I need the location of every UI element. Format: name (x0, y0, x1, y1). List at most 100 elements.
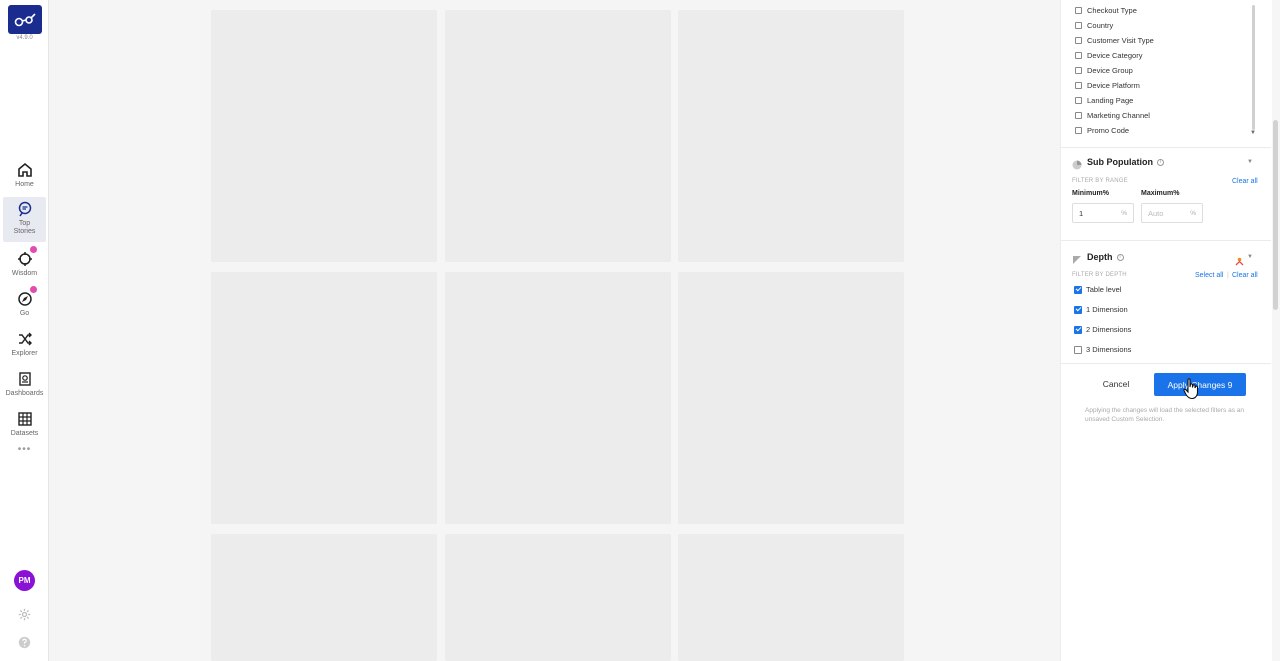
checkbox-checked[interactable] (1074, 325, 1082, 334)
maximum-placeholder: Auto (1148, 208, 1164, 218)
checkbox[interactable] (1075, 67, 1082, 74)
apply-note: Applying the changes will load the selec… (1085, 407, 1244, 423)
nav-label-top-stories: Top Stories (13, 220, 36, 235)
maximum-input[interactable]: Auto % (1141, 203, 1203, 223)
nav-item-explorer[interactable]: Explorer (3, 327, 46, 367)
logo-icon (14, 12, 36, 26)
pie-chart-icon (1072, 157, 1082, 170)
top-stories-icon (16, 200, 34, 218)
dimension-option[interactable]: Landing Page (1075, 96, 1133, 105)
dimension-label: Device Category (1087, 51, 1143, 60)
dimension-option[interactable]: Device Category (1075, 51, 1142, 60)
notification-badge (29, 246, 37, 253)
nav-item-dashboards[interactable]: Dashboards (3, 367, 46, 407)
nav-item-home[interactable]: Home (3, 158, 46, 198)
dimension-option[interactable]: Device Platform (1075, 81, 1140, 90)
sub-population-clear-all[interactable]: Clear all (1232, 178, 1258, 185)
checkbox[interactable] (1075, 127, 1082, 134)
collapse-caret-icon[interactable]: ▼ (1247, 159, 1253, 165)
checkbox[interactable] (1075, 37, 1082, 44)
percent-unit: % (1190, 209, 1196, 217)
loading-card (211, 534, 437, 661)
depth-option[interactable]: Table level (1074, 285, 1121, 294)
nav-label-explorer: Explorer (11, 350, 38, 357)
depth-option[interactable]: 1 Dimension (1074, 305, 1128, 314)
dimension-option[interactable]: Checkout Type (1075, 6, 1137, 15)
depth-option-label: Table level (1086, 285, 1122, 294)
checkbox[interactable] (1075, 22, 1082, 29)
nav-item-go[interactable]: Go (3, 286, 46, 327)
dimension-label: Device Group (1087, 66, 1133, 75)
dimension-label: Marketing Channel (1087, 111, 1150, 120)
depth-title: Depth i (1087, 252, 1124, 262)
minimum-value: 1 (1079, 208, 1084, 218)
depth-icon (1072, 252, 1082, 264)
dimension-option[interactable]: Promo Code (1075, 126, 1129, 135)
dimension-option[interactable]: Country (1075, 21, 1113, 30)
checkbox[interactable] (1075, 112, 1082, 119)
dimension-label: Promo Code (1087, 126, 1130, 135)
loading-card (678, 534, 904, 661)
cancel-button[interactable]: Cancel (1093, 376, 1139, 392)
sub-population-title: Sub Population i (1087, 157, 1164, 167)
more-nav-button[interactable]: ••• (0, 444, 49, 455)
link-separator: | (1227, 272, 1229, 279)
checkbox[interactable] (1075, 7, 1082, 14)
checkbox[interactable] (1075, 52, 1082, 59)
loading-card (445, 272, 671, 524)
app-version: v4.9.0 (16, 35, 33, 41)
hand-cursor-icon (1183, 378, 1201, 400)
filter-by-depth-label: FILTER BY DEPTH (1072, 272, 1127, 278)
checkbox[interactable] (1074, 345, 1082, 354)
minimum-input[interactable]: 1 % (1072, 203, 1134, 223)
depth-clear-all[interactable]: Clear all (1232, 272, 1258, 279)
loading-card (678, 272, 904, 524)
loading-card (445, 10, 671, 262)
panel-scrollbar-thumb[interactable] (1273, 120, 1278, 310)
nav-label-dashboards: Dashboards (5, 390, 44, 397)
loading-card (211, 10, 437, 262)
nav-item-datasets[interactable]: Datasets (3, 407, 46, 447)
checkbox-checked[interactable] (1074, 305, 1082, 314)
depth-option[interactable]: 2 Dimensions (1074, 325, 1131, 334)
checkbox-checked[interactable] (1074, 285, 1082, 294)
dimension-option[interactable]: Device Group (1075, 66, 1133, 75)
user-avatar[interactable]: PM (14, 570, 35, 591)
dimension-label: Customer Visit Type (1087, 36, 1154, 45)
loading-card (445, 534, 671, 661)
dimension-label: Country (1087, 21, 1114, 30)
wisdom-icon (16, 246, 37, 268)
scroll-down-arrow-icon[interactable]: ▼ (1250, 130, 1256, 136)
percent-unit: % (1121, 209, 1127, 217)
nav-label-datasets: Datasets (10, 430, 39, 437)
dimension-list-scrollbar[interactable] (1252, 5, 1255, 130)
loading-card (678, 10, 904, 262)
depth-option[interactable]: 3 Dimensions (1074, 345, 1131, 354)
depth-select-all[interactable]: Select all (1195, 272, 1223, 279)
nav-label-go: Go (19, 310, 30, 317)
help-icon[interactable] (17, 635, 32, 650)
app-logo[interactable] (8, 5, 42, 34)
depth-option-label: 1 Dimension (1086, 305, 1128, 314)
go-icon (16, 286, 37, 308)
info-icon[interactable]: i (1157, 158, 1164, 166)
loading-card (211, 272, 437, 524)
checkbox[interactable] (1075, 97, 1082, 104)
nav-item-wisdom[interactable]: Wisdom (3, 246, 46, 287)
settings-icon[interactable] (17, 607, 32, 622)
main-content (49, 0, 1060, 661)
nav-item-top-stories[interactable]: Top Stories (3, 197, 46, 242)
panel-scrollbar[interactable] (1272, 0, 1280, 661)
nav-label-wisdom: Wisdom (11, 270, 38, 277)
minimum-label: Minimum% (1072, 190, 1109, 197)
collapse-caret-icon[interactable]: ▼ (1247, 254, 1253, 260)
checkbox[interactable] (1075, 82, 1082, 89)
section-divider (1061, 363, 1271, 364)
dimension-option[interactable]: Marketing Channel (1075, 111, 1150, 120)
dimension-option[interactable]: Customer Visit Type (1075, 36, 1154, 45)
info-icon[interactable]: i (1116, 253, 1124, 261)
depth-option-label: 2 Dimensions (1086, 325, 1132, 334)
depth-option-label: 3 Dimensions (1086, 345, 1132, 354)
dimension-label: Landing Page (1087, 96, 1134, 105)
modified-indicator-icon (1235, 253, 1244, 271)
